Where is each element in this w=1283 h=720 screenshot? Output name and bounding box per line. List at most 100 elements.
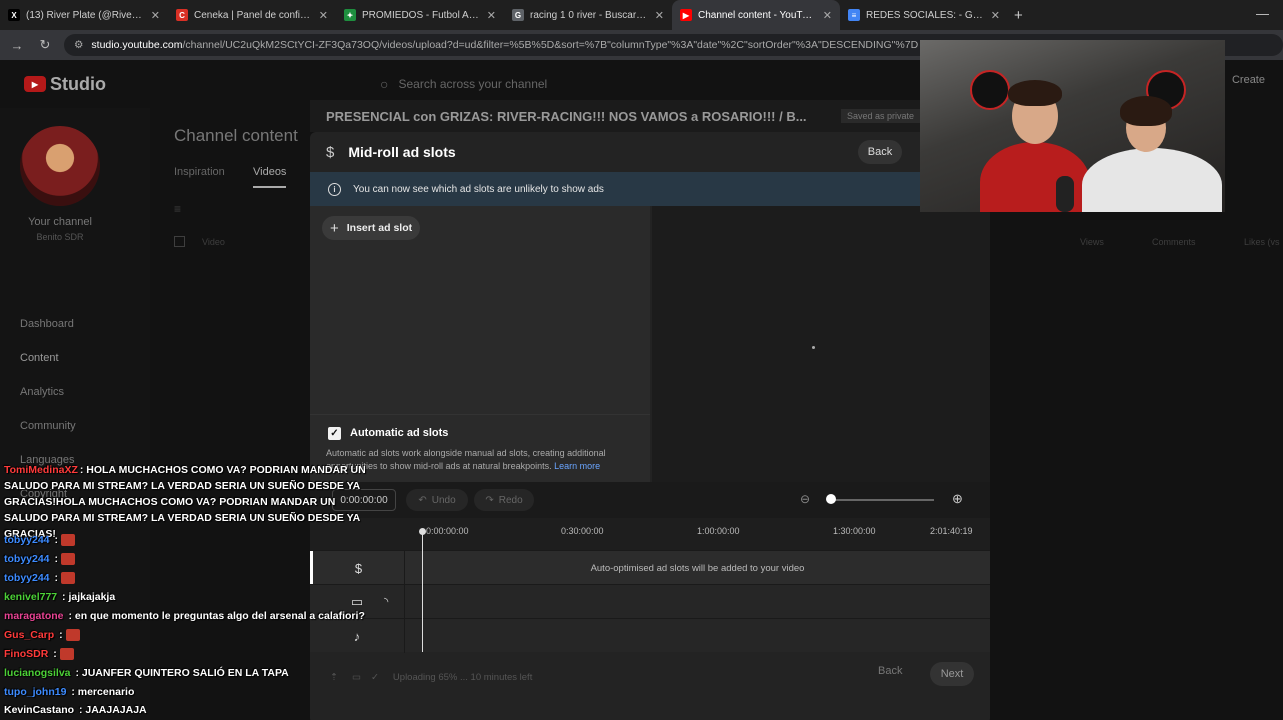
tab-title: racing 1 0 river - Buscar con G bbox=[530, 9, 649, 21]
browser-tab[interactable]: ✦ PROMIEDOS - Futbol Argentino ✕ bbox=[336, 0, 504, 30]
chat-emote-icon bbox=[60, 553, 75, 566]
chat-text: : jajkajakja bbox=[59, 591, 116, 603]
new-tab-button[interactable]: + bbox=[1014, 7, 1023, 24]
tab-favicon-icon: G bbox=[512, 9, 524, 21]
tab-favicon-icon: ≡ bbox=[848, 9, 860, 21]
chat-message: FinoSDR : bbox=[4, 646, 74, 662]
close-tab-icon[interactable]: ✕ bbox=[823, 9, 832, 22]
insert-ad-slot-label: Insert ad slot bbox=[346, 222, 413, 234]
panel-title: Mid-roll ad slots bbox=[348, 144, 456, 160]
chat-emote-icon bbox=[60, 572, 75, 585]
browser-tab[interactable]: X (13) River Plate (@RiverPlate) / ✕ bbox=[0, 0, 168, 30]
studio-logo[interactable]: ▶ Studio bbox=[24, 74, 106, 95]
chat-username: tobyy244 bbox=[4, 534, 50, 546]
tab-title: Ceneka | Panel de configuració bbox=[194, 9, 313, 21]
info-icon: i bbox=[328, 182, 341, 196]
tab-videos[interactable]: Videos bbox=[253, 166, 287, 188]
browser-tab[interactable]: ▶ Channel content - YouTube Stu ✕ bbox=[672, 0, 840, 30]
sidebar-item-dashboard[interactable]: Dashboard bbox=[20, 318, 74, 330]
sidebar-item-analytics[interactable]: Analytics bbox=[20, 386, 64, 398]
tab-title: (13) River Plate (@RiverPlate) / bbox=[26, 9, 145, 21]
search-placeholder: Search across your channel bbox=[398, 77, 548, 91]
sidebar-item-community[interactable]: Community bbox=[20, 420, 76, 432]
saved-badge: Saved as private bbox=[840, 109, 920, 123]
loading-dot bbox=[812, 346, 815, 349]
channel-search[interactable]: ○ Search across your channel bbox=[380, 72, 840, 96]
your-channel-label: Your channel bbox=[28, 216, 92, 228]
chat-text: : bbox=[51, 553, 58, 565]
browser-tab[interactable]: C Ceneka | Panel de configuració ✕ bbox=[168, 0, 336, 30]
channel-name: Benito SDR bbox=[36, 232, 84, 242]
site-info-icon[interactable]: ⚙ bbox=[74, 39, 83, 51]
microphone bbox=[1056, 176, 1074, 212]
dollar-icon: $ bbox=[326, 143, 335, 161]
redo-button[interactable]: ↷ Redo bbox=[474, 489, 534, 511]
minimize-window-icon[interactable]: — bbox=[1256, 6, 1269, 21]
chat-username: TomiMedinaXZ bbox=[4, 464, 78, 476]
zoom-slider-track[interactable] bbox=[830, 499, 934, 501]
ruler-tick: 1:00:00:00 bbox=[697, 526, 740, 536]
forward-icon[interactable]: → bbox=[8, 38, 26, 53]
chat-username: KevinCastano bbox=[4, 704, 75, 716]
search-icon: ○ bbox=[380, 76, 389, 92]
streamer-right bbox=[1082, 148, 1222, 212]
browser-tab-strip: X (13) River Plate (@RiverPlate) / ✕C Ce… bbox=[0, 0, 1283, 30]
zoom-in-icon[interactable]: ⊕ bbox=[952, 491, 963, 507]
undo-button[interactable]: ↶ Undo bbox=[406, 489, 468, 511]
insert-ad-slot-button[interactable]: + Insert ad slot bbox=[322, 216, 420, 240]
audio-track[interactable]: ♪ bbox=[310, 618, 990, 653]
chat-emote-icon bbox=[60, 534, 75, 547]
chat-message: tobyy244 : bbox=[4, 532, 75, 548]
browser-tab[interactable]: G racing 1 0 river - Buscar con G ✕ bbox=[504, 0, 672, 30]
youtube-logo-icon: ▶ bbox=[24, 76, 46, 92]
chat-username: Gus_Carp bbox=[4, 629, 55, 641]
automatic-ad-slots-checkbox[interactable]: ✓ bbox=[328, 427, 341, 440]
redo-label: Redo bbox=[498, 494, 523, 506]
tab-favicon-icon: C bbox=[176, 9, 188, 21]
panel-header: $ Mid-roll ad slots Back bbox=[310, 132, 990, 172]
tab-favicon-icon: X bbox=[8, 9, 20, 21]
chat-username: kenivel777 bbox=[4, 591, 58, 603]
next-button[interactable]: Next bbox=[930, 662, 974, 686]
info-text: You can now see which ad slots are unlik… bbox=[353, 183, 604, 195]
playhead-handle[interactable] bbox=[419, 528, 426, 535]
timeline-ruler: 0:00:00:00 0:30:00:00 1:00:00:00 1:30:00… bbox=[310, 518, 990, 550]
playhead[interactable] bbox=[422, 530, 423, 652]
video-track[interactable]: ▭ ◝ bbox=[310, 584, 990, 619]
chat-text: : bbox=[51, 534, 58, 546]
ad-slots-track[interactable]: $ Auto-optimised ad slots will be added … bbox=[310, 550, 990, 585]
back-button[interactable]: Back bbox=[858, 140, 902, 164]
select-all-checkbox[interactable] bbox=[174, 236, 185, 247]
streamer-right-hair bbox=[1120, 96, 1172, 126]
chat-message: tobyy244 : bbox=[4, 570, 75, 586]
video-preview bbox=[652, 206, 990, 482]
reload-icon[interactable]: ↻ bbox=[36, 37, 54, 53]
column-likes: Likes (vs bbox=[1244, 237, 1280, 247]
close-tab-icon[interactable]: ✕ bbox=[655, 9, 664, 22]
club-poster-left bbox=[970, 70, 1010, 110]
close-tab-icon[interactable]: ✕ bbox=[319, 9, 328, 22]
streamer-left-hair bbox=[1008, 80, 1062, 106]
ad-track-message: Auto-optimised ad slots will be added to… bbox=[590, 562, 805, 574]
learn-more-link[interactable]: Learn more bbox=[554, 461, 600, 471]
create-button[interactable]: Create bbox=[1232, 74, 1265, 86]
channel-avatar[interactable] bbox=[20, 126, 100, 206]
zoom-out-icon[interactable]: ⊖ bbox=[800, 492, 810, 506]
chat-text: : mercenario bbox=[68, 686, 135, 698]
tab-title: REDES SOCIALES: - Google Doc bbox=[866, 9, 985, 21]
tab-inspiration[interactable]: Inspiration bbox=[174, 166, 225, 178]
chat-username: FinoSDR bbox=[4, 648, 49, 660]
footer-back-button[interactable]: Back bbox=[878, 665, 902, 677]
close-tab-icon[interactable]: ✕ bbox=[991, 9, 1000, 22]
mid-roll-ad-slots-panel: $ Mid-roll ad slots Back i You can now s… bbox=[310, 132, 990, 720]
stream-chat-overlay: TomiMedinaXZ: HOLA MUCHACHOS COMO VA? PO… bbox=[0, 462, 380, 720]
close-tab-icon[interactable]: ✕ bbox=[487, 9, 496, 22]
page-title: Channel content bbox=[174, 126, 298, 145]
timeline-toolbar: 0:00:00:00 ↶ Undo ↷ Redo ⊖ ⊕ bbox=[310, 482, 990, 518]
close-tab-icon[interactable]: ✕ bbox=[151, 9, 160, 22]
filter-icon[interactable]: ≡ bbox=[174, 202, 181, 216]
browser-tab[interactable]: ≡ REDES SOCIALES: - Google Doc ✕ bbox=[840, 0, 1008, 30]
zoom-slider-handle[interactable] bbox=[826, 494, 836, 504]
sidebar-item-content[interactable]: Content bbox=[20, 352, 59, 364]
ruler-tick: 0:00:00:00 bbox=[426, 526, 469, 536]
